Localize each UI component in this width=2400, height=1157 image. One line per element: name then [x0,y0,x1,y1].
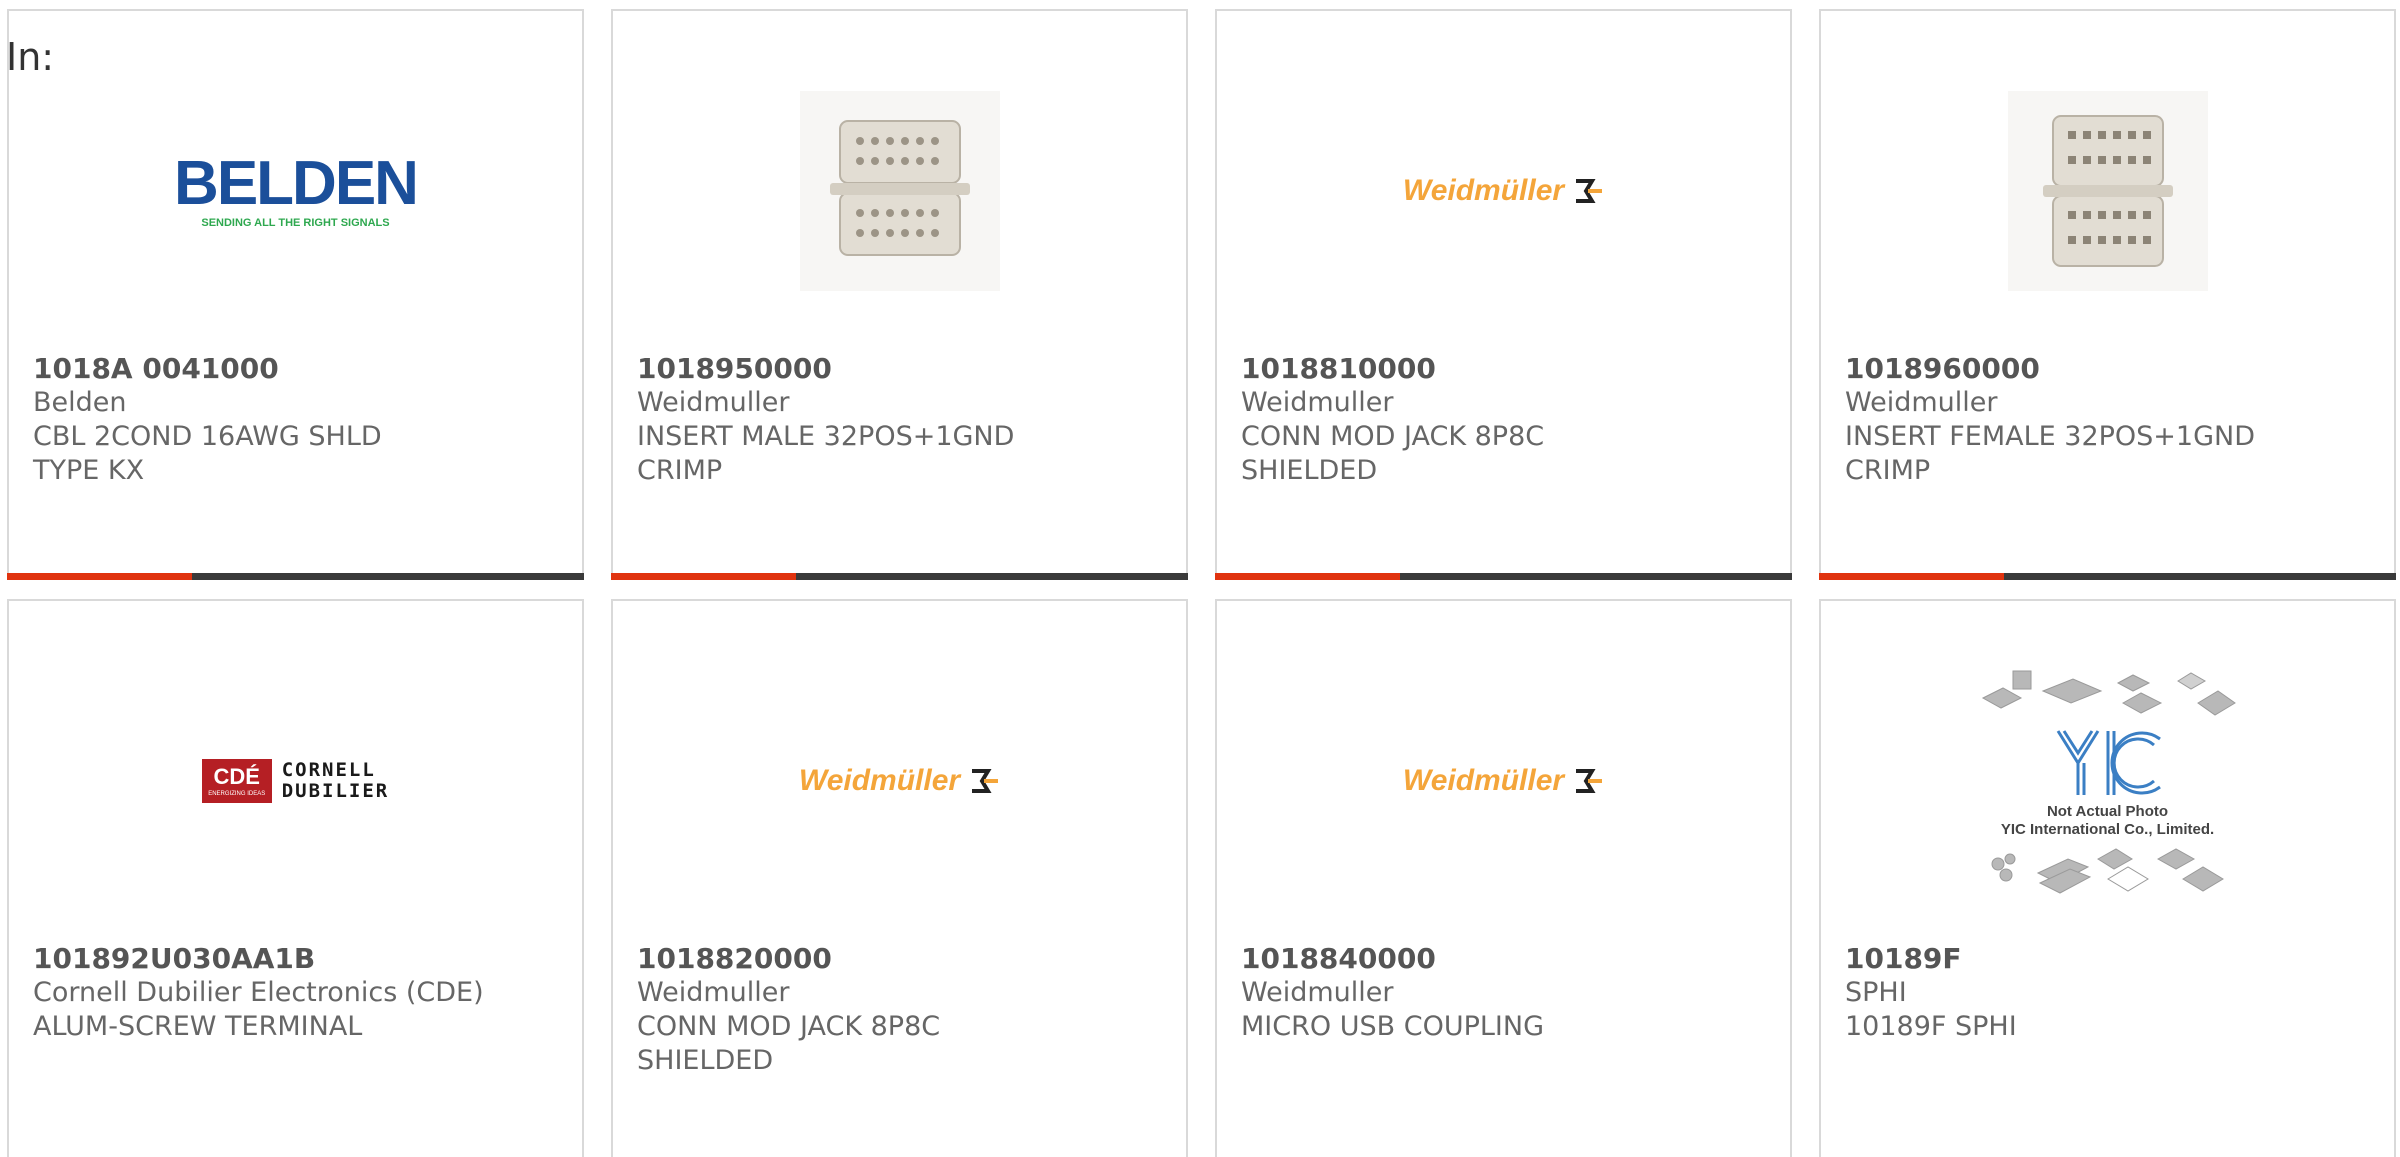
description: MICRO USB COUPLING [1241,1011,1544,1042]
description: CBL 2COND 16AWG SHLD TYPE KX [33,421,382,486]
product-info: 1018840000 Weidmuller MICRO USB COUPLING [1241,942,1766,1044]
product-card[interactable]: Weidmüller 1018820000 Weidmuller CONN MO… [611,599,1188,1157]
weidmuller-mark-icon [1576,179,1603,203]
manufacturer: Cornell Dubilier Electronics (CDE) [33,977,484,1008]
part-number-link[interactable]: 10189F [1845,942,2370,976]
chip-packages-icon [1981,670,2236,716]
card-bottom-bar [7,573,584,580]
part-number-link[interactable]: 1018A 0041000 [33,352,558,386]
connector-insert-photo [799,91,1000,291]
description: 10189F SPHI [1845,1011,2017,1042]
product-card[interactable]: Weidmüller 1018810000 Weidmuller CONN MO… [1215,9,1792,580]
product-card[interactable]: 1018950000 Weidmuller INSERT MALE 32POS+… [611,9,1188,580]
manufacturer: SPHI [1845,977,1907,1008]
chip-packages-icon [1991,848,2224,894]
product-info: 1018A 0041000 Belden CBL 2COND 16AWG SHL… [33,352,558,488]
product-info: 1018960000 Weidmuller INSERT FEMALE 32PO… [1845,352,2370,488]
manufacturer: Weidmuller [1241,977,1394,1008]
product-image[interactable] [1821,71,2394,311]
card-bottom-bar [1819,573,2396,580]
product-info: 1018810000 Weidmuller CONN MOD JACK 8P8C… [1241,352,1766,488]
product-info: 101892U030AA1B Cornell Dubilier Electron… [33,942,558,1044]
description: CONN MOD JACK 8P8C SHIELDED [1241,421,1545,486]
card-bar-accent [1215,573,1400,580]
product-image[interactable] [613,71,1186,311]
product-card[interactable]: BELDEN SENDING ALL THE RIGHT SIGNALS 101… [7,9,584,580]
product-grid-page: In: BELDEN SENDING ALL THE RIGHT SIGNALS… [0,0,2400,1157]
not-actual-photo-placeholder: Not Actual Photo YIC International Co., … [1973,663,2243,899]
belden-logo: BELDEN SENDING ALL THE RIGHT SIGNALS [174,149,419,230]
in-label: In: [6,35,55,79]
product-image[interactable]: Weidmüller [1217,71,1790,311]
yic-logo-icon [2056,730,2161,795]
product-image[interactable]: BELDEN SENDING ALL THE RIGHT SIGNALS [9,71,582,311]
card-bar-accent [611,573,796,580]
part-number-link[interactable]: 1018960000 [1845,352,2370,386]
weidmuller-mark-icon [972,769,999,793]
weidmuller-logo: Weidmüller [1403,174,1604,208]
weidmuller-logo: Weidmüller [799,764,1000,798]
product-card[interactable]: 1018960000 Weidmuller INSERT FEMALE 32PO… [1819,9,2396,580]
product-info: 1018950000 Weidmuller INSERT MALE 32POS+… [637,352,1162,488]
manufacturer: Belden [33,387,127,418]
manufacturer: Weidmuller [1241,387,1394,418]
product-card[interactable]: Weidmüller 1018840000 Weidmuller MICRO U… [1215,599,1792,1157]
description: ALUM-SCREW TERMINAL [33,1011,363,1042]
part-number-link[interactable]: 101892U030AA1B [33,942,558,976]
product-image[interactable]: Weidmüller [1217,661,1790,901]
product-card[interactable]: CDÉ ENERGIZING IDEAS CORNELL DUBILIER 10… [7,599,584,1157]
description: INSERT MALE 32POS+1GND CRIMP [637,421,1015,486]
product-image[interactable]: CDÉ ENERGIZING IDEAS CORNELL DUBILIER [9,661,582,901]
part-number-link[interactable]: 1018950000 [637,352,1162,386]
product-info: 1018820000 Weidmuller CONN MOD JACK 8P8C… [637,942,1162,1078]
card-bottom-bar [611,573,1188,580]
card-bar-accent [1819,573,2004,580]
cde-logo: CDÉ ENERGIZING IDEAS CORNELL DUBILIER [201,759,390,803]
part-number-link[interactable]: 1018820000 [637,942,1162,976]
manufacturer: Weidmuller [1845,387,1998,418]
product-image[interactable]: Not Actual Photo YIC International Co., … [1821,661,2394,901]
card-bottom-bar [1215,573,1792,580]
product-card[interactable]: Not Actual Photo YIC International Co., … [1819,599,2396,1157]
connector-insert-photo [2007,91,2208,291]
manufacturer: Weidmuller [637,387,790,418]
description: CONN MOD JACK 8P8C SHIELDED [637,1011,941,1076]
manufacturer: Weidmuller [637,977,790,1008]
product-image[interactable]: Weidmüller [613,661,1186,901]
description: INSERT FEMALE 32POS+1GND CRIMP [1845,421,2256,486]
product-info: 10189F SPHI 10189F SPHI [1845,942,2370,1044]
part-number-link[interactable]: 1018810000 [1241,352,1766,386]
weidmuller-logo: Weidmüller [1403,764,1604,798]
weidmuller-mark-icon [1576,769,1603,793]
card-bar-accent [7,573,192,580]
part-number-link[interactable]: 1018840000 [1241,942,1766,976]
